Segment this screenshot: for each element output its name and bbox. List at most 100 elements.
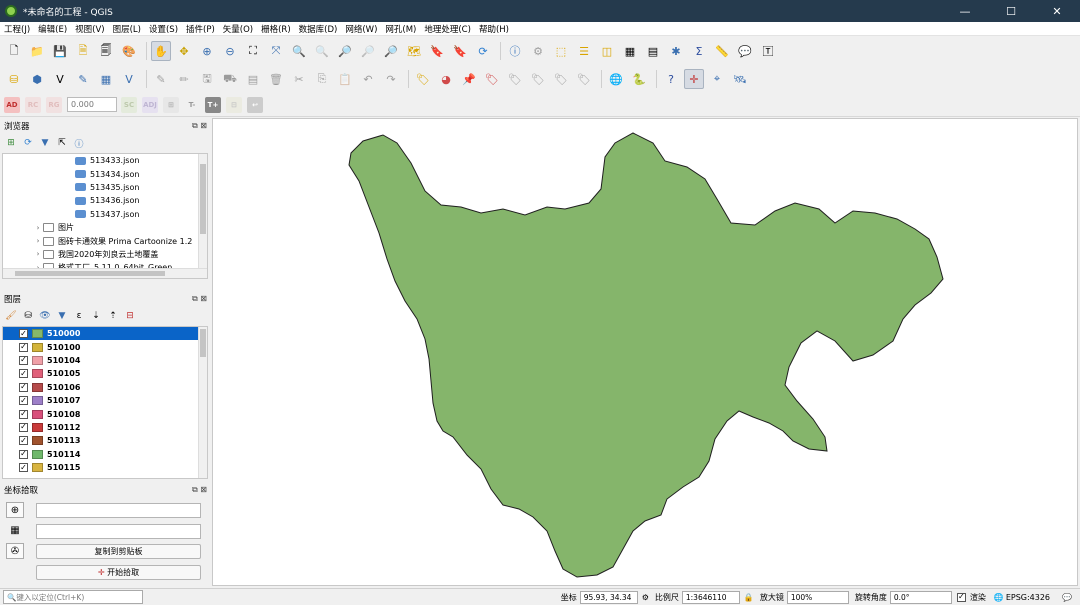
expand-arrow-icon[interactable]: ›: [33, 237, 43, 245]
crs-label[interactable]: EPSG:4326: [1006, 593, 1050, 602]
digitize-icon[interactable]: 🖫: [197, 69, 217, 89]
zoom-selection-icon[interactable]: 🔍: [289, 41, 309, 61]
filter-legend-icon[interactable]: ▼: [55, 309, 69, 323]
scrollbar-thumb[interactable]: [15, 271, 165, 276]
menu-plugins[interactable]: 插件(P): [186, 23, 215, 35]
coord-output-field-1[interactable]: [36, 503, 201, 518]
add-mesh-layer-icon[interactable]: ▦: [96, 69, 116, 89]
new-project-icon[interactable]: 🗋: [4, 41, 24, 61]
start-capture-button[interactable]: ✛ 开始拾取: [36, 565, 201, 580]
zoom-full-icon[interactable]: ⤧: [266, 41, 286, 61]
browser-scrollbar[interactable]: [198, 154, 207, 268]
collapse-all-icon[interactable]: ⇱: [55, 136, 69, 150]
layer-item[interactable]: ✓ 510100: [3, 340, 207, 353]
save-edits-icon[interactable]: ✏: [174, 69, 194, 89]
maximize-button[interactable]: ☐: [988, 5, 1034, 18]
tree-item-folder[interactable]: › 我国2020年刘良云土地覆盖: [3, 248, 207, 261]
undo-icon[interactable]: ↶: [358, 69, 378, 89]
tree-item-folder[interactable]: › 图片: [3, 221, 207, 234]
layer-visibility-checkbox[interactable]: ✓: [19, 396, 28, 406]
menu-help[interactable]: 帮助(H): [479, 23, 509, 35]
measure-icon[interactable]: 📏: [712, 41, 732, 61]
processing-toolbox-icon[interactable]: ✱: [666, 41, 686, 61]
zoom-layer-icon[interactable]: 🔍: [312, 41, 332, 61]
layer-item[interactable]: ✓ 510104: [3, 354, 207, 367]
province-polygon[interactable]: [348, 132, 944, 578]
render-checkbox[interactable]: ✓: [956, 592, 966, 602]
save-project-icon[interactable]: 💾: [50, 41, 70, 61]
map-canvas[interactable]: [212, 118, 1078, 586]
text-annotation-icon[interactable]: 🅃: [758, 41, 778, 61]
action-icon[interactable]: ⚙: [528, 41, 548, 61]
layer-item[interactable]: ✓ 510108: [3, 407, 207, 420]
panel-float-close-icon[interactable]: ⧉ ⊠: [192, 121, 207, 131]
identify-icon[interactable]: ⓘ: [505, 41, 525, 61]
coord-value-field[interactable]: 95.93, 34.34: [579, 590, 638, 604]
zoom-in-icon[interactable]: ⊕: [197, 41, 217, 61]
back-icon[interactable]: ↩: [247, 96, 263, 113]
vertex-tool-icon[interactable]: ⛟: [220, 69, 240, 89]
scrollbar-thumb[interactable]: [200, 164, 206, 234]
add-vector-layer-icon[interactable]: V: [50, 69, 70, 89]
menu-mesh[interactable]: 网孔(M): [385, 23, 416, 35]
relative-angle-icon[interactable]: RG: [46, 96, 62, 113]
new-map-view-icon[interactable]: 🗺: [404, 41, 424, 61]
add-virtual-layer-icon[interactable]: V: [119, 69, 139, 89]
layer-visibility-checkbox[interactable]: ✓: [19, 436, 28, 446]
remove-layer-icon[interactable]: ⊟: [123, 309, 137, 323]
pan-to-selection-icon[interactable]: ✥: [174, 41, 194, 61]
layer-visibility-checkbox[interactable]: ✓: [19, 329, 28, 339]
zoom-rubberband-icon[interactable]: ⛶: [243, 41, 263, 61]
magnifier-field[interactable]: 100%: [786, 590, 849, 604]
offset-input[interactable]: 0.000: [67, 97, 117, 112]
zoom-out-icon[interactable]: ⊖: [220, 41, 240, 61]
layer-item[interactable]: ✓ 510114: [3, 448, 207, 461]
coordinate-capture-icon[interactable]: ✛: [684, 69, 704, 89]
filter-icon[interactable]: ▼: [38, 136, 52, 150]
new-geopackage-icon[interactable]: ⬢: [27, 69, 47, 89]
layer-item[interactable]: ✓ 510107: [3, 394, 207, 407]
layers-scrollbar[interactable]: [198, 327, 207, 478]
layer-item[interactable]: ✓ 510106: [3, 381, 207, 394]
hash-icon[interactable]: ⊞: [163, 96, 179, 113]
spatial-bookmark-icon[interactable]: 🔖: [427, 41, 447, 61]
adj-icon[interactable]: ADJ: [142, 96, 158, 113]
menu-vector[interactable]: 矢量(O): [223, 23, 253, 35]
info-icon[interactable]: ⓘ: [72, 136, 86, 150]
save-as-icon[interactable]: 🗎: [73, 41, 93, 61]
copy-to-clipboard-button[interactable]: 复制到剪贴板: [36, 544, 201, 559]
rotate-label-icon[interactable]: 🏷: [528, 69, 548, 89]
filter-expression-icon[interactable]: ε: [72, 309, 86, 323]
zoom-last-icon[interactable]: 🔎: [358, 41, 378, 61]
scale-field[interactable]: 1:3646110: [681, 590, 740, 604]
satellite-icon[interactable]: 🛰: [730, 69, 750, 89]
layer-item[interactable]: ✓ 510000: [3, 327, 207, 341]
georeferencer-icon[interactable]: ⌖: [707, 69, 727, 89]
tree-item-json[interactable]: 513437.json: [3, 208, 207, 221]
layer-visibility-checkbox[interactable]: ✓: [19, 369, 28, 379]
layer-item[interactable]: ✓ 510113: [3, 434, 207, 447]
show-bookmarks-icon[interactable]: 🔖: [450, 41, 470, 61]
menu-raster[interactable]: 栅格(R): [261, 23, 291, 35]
label-props-icon[interactable]: 🏷: [574, 69, 594, 89]
crs-selector-icon[interactable]: ⊕: [6, 502, 24, 518]
select-features-icon[interactable]: ⬚: [551, 41, 571, 61]
manage-visibility-icon[interactable]: 👁: [38, 309, 52, 323]
tree-item-json[interactable]: 513436.json: [3, 194, 207, 207]
minimize-button[interactable]: —: [942, 5, 988, 18]
browser-hscrollbar[interactable]: [3, 268, 207, 278]
lock-scale-icon[interactable]: 🔒: [744, 593, 754, 602]
style-manager-icon[interactable]: 🎨: [119, 41, 139, 61]
coord-toggle-icon[interactable]: ⚙: [642, 593, 649, 602]
copy-features-icon[interactable]: ⎘: [312, 69, 332, 89]
toggle-editing-icon[interactable]: ✎: [151, 69, 171, 89]
map-tips-icon[interactable]: 💬: [735, 41, 755, 61]
line-icon[interactable]: ⊟: [226, 96, 242, 113]
rotation-field[interactable]: 0.0°: [889, 590, 952, 604]
menu-settings[interactable]: 设置(S): [149, 23, 178, 35]
browser-refresh-icon[interactable]: ⟳: [21, 136, 35, 150]
print-layout-icon[interactable]: 🗐: [96, 41, 116, 61]
python-console-icon[interactable]: 🐍: [629, 69, 649, 89]
messages-icon[interactable]: 💬: [1062, 593, 1072, 602]
panel-float-close-icon[interactable]: ⧉ ⊠: [192, 485, 207, 495]
